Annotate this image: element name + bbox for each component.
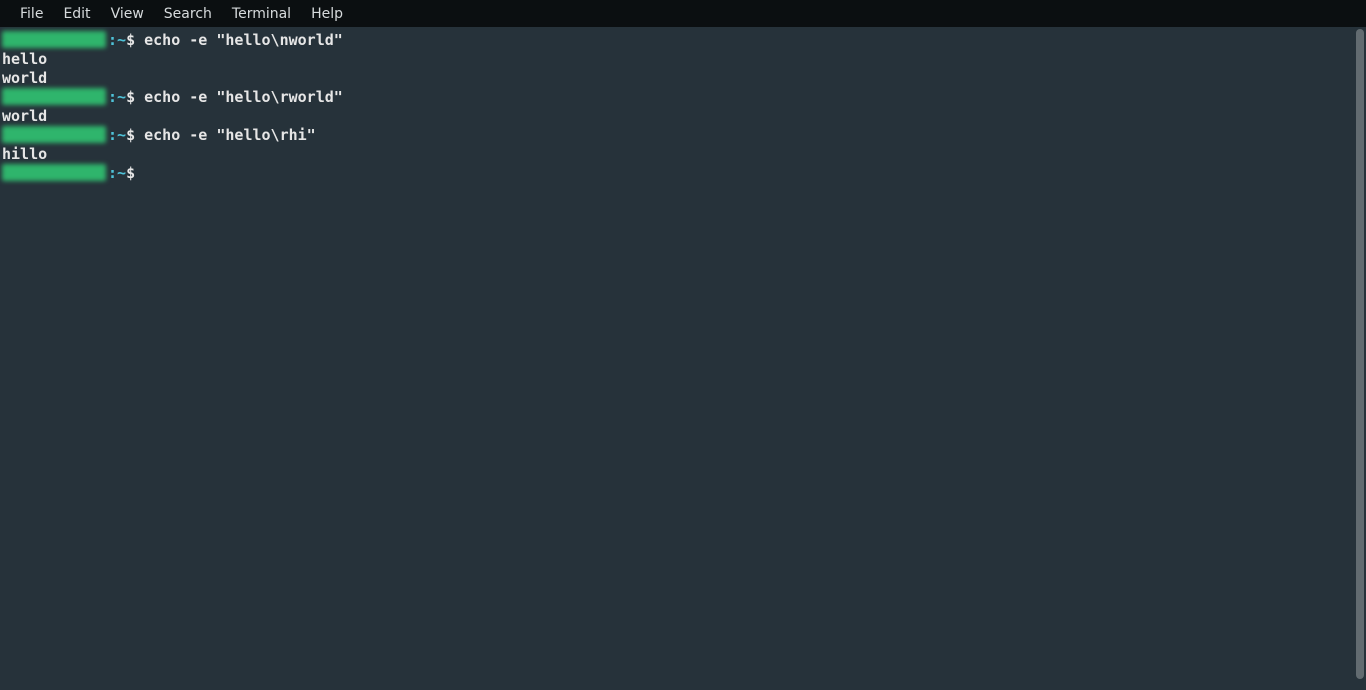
prompt-path: :~ <box>108 31 126 49</box>
prompt-path: :~ <box>108 126 126 144</box>
output-line: hillo <box>2 145 1352 164</box>
output-line: hello <box>2 50 1352 69</box>
prompt-user-redacted <box>2 164 106 181</box>
command-text: echo -e "hello\rhi" <box>144 126 316 144</box>
terminal-area[interactable]: :~$ echo -e "hello\nworld"helloworld:~$ … <box>0 27 1354 690</box>
menu-terminal[interactable]: Terminal <box>222 2 301 26</box>
prompt-symbol: $ <box>126 126 144 144</box>
prompt-user-redacted <box>2 88 106 105</box>
scrollbar[interactable] <box>1354 27 1366 690</box>
terminal-area-wrap: :~$ echo -e "hello\nworld"helloworld:~$ … <box>0 27 1366 690</box>
menu-file[interactable]: File <box>10 2 53 26</box>
command-line: :~$ echo -e "hello\rworld" <box>2 88 1352 107</box>
prompt-symbol: $ <box>126 164 144 182</box>
menu-help[interactable]: Help <box>301 2 353 26</box>
prompt-path: :~ <box>108 164 126 182</box>
menubar: File Edit View Search Terminal Help <box>0 0 1366 27</box>
command-text: echo -e "hello\rworld" <box>144 88 343 106</box>
command-line-empty[interactable]: :~$ <box>2 164 1352 183</box>
terminal-window: File Edit View Search Terminal Help :~$ … <box>0 0 1366 690</box>
prompt-user-redacted <box>2 126 106 143</box>
command-text: echo -e "hello\nworld" <box>144 31 343 49</box>
scrollbar-thumb[interactable] <box>1356 29 1364 679</box>
menu-edit[interactable]: Edit <box>53 2 100 26</box>
menu-search[interactable]: Search <box>154 2 222 26</box>
command-line: :~$ echo -e "hello\rhi" <box>2 126 1352 145</box>
output-line: world <box>2 69 1352 88</box>
prompt-path: :~ <box>108 88 126 106</box>
output-line: world <box>2 107 1352 126</box>
prompt-symbol: $ <box>126 88 144 106</box>
prompt-symbol: $ <box>126 31 144 49</box>
prompt-user-redacted <box>2 31 106 48</box>
command-line: :~$ echo -e "hello\nworld" <box>2 31 1352 50</box>
menu-view[interactable]: View <box>101 2 154 26</box>
